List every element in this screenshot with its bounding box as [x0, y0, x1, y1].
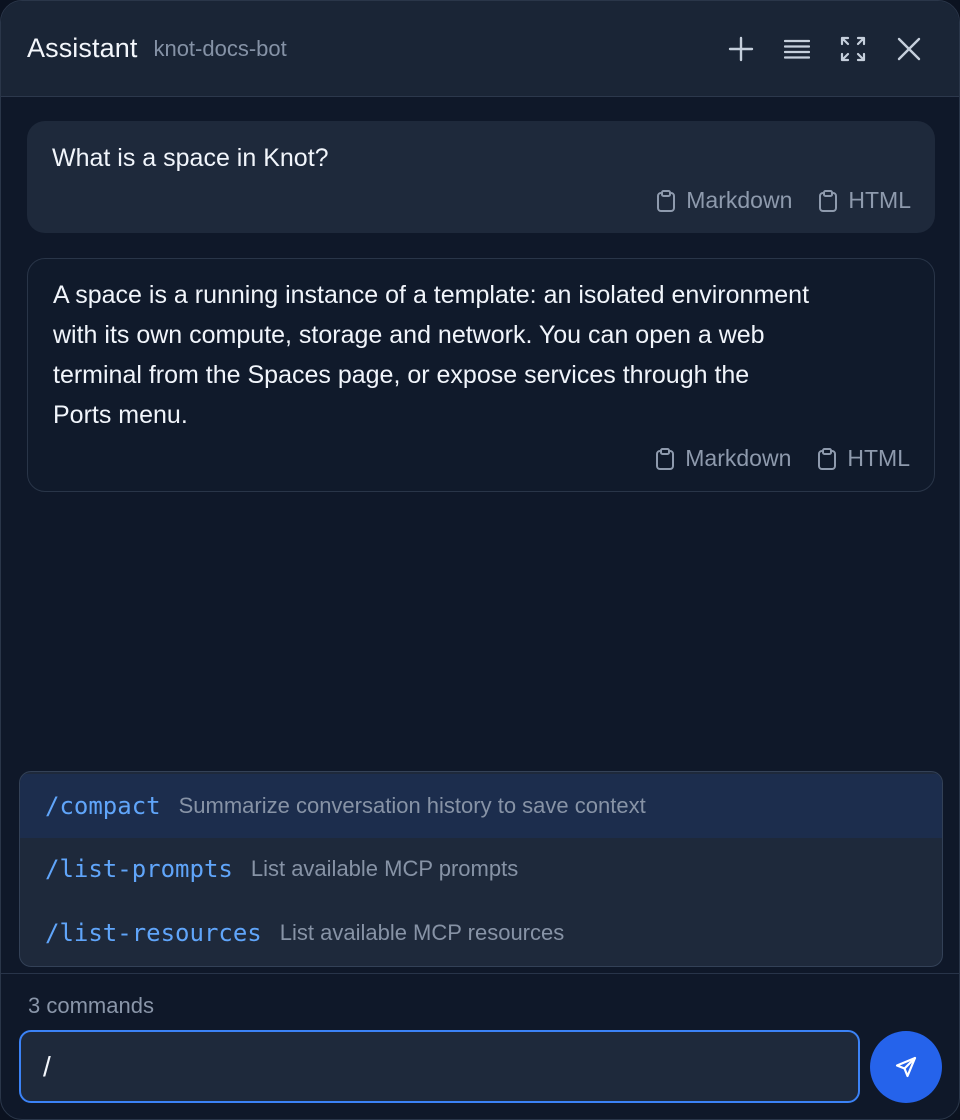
history-button[interactable]	[777, 29, 817, 69]
assistant-message-line: with its own compute, storage and networ…	[53, 321, 765, 349]
message-actions: Markdown HTML	[630, 187, 911, 214]
command-description: Summarize conversation history to save c…	[178, 793, 646, 818]
command-name: /list-prompts	[45, 855, 233, 883]
message-actions: Markdown HTML	[629, 445, 910, 472]
command-name: /compact	[45, 792, 161, 820]
assistant-panel: Assistant knot-docs-bot What is a space …	[0, 0, 960, 1120]
user-message-text: What is a space in Knot?	[52, 144, 329, 172]
fullscreen-icon	[840, 36, 866, 62]
assistant-message-line: terminal from the Spaces page, or expose…	[53, 361, 750, 389]
panel-header: Assistant knot-docs-bot	[1, 1, 959, 97]
copy-html-label: HTML	[848, 187, 911, 213]
footer-divider	[1, 973, 959, 974]
new-chat-button[interactable]	[721, 29, 761, 69]
header-actions	[705, 29, 929, 69]
clipboard-icon	[819, 189, 838, 212]
fullscreen-button[interactable]	[833, 29, 873, 69]
clipboard-icon	[818, 447, 837, 470]
copy-markdown-button[interactable]: Markdown	[656, 187, 792, 214]
assistant-message-line: A space is a running instance of a templ…	[53, 281, 810, 309]
plus-icon	[728, 36, 754, 62]
copy-markdown-button[interactable]: Markdown	[655, 445, 791, 472]
send-icon	[895, 1056, 917, 1078]
copy-markdown-label: Markdown	[685, 445, 792, 471]
command-description: List available MCP prompts	[250, 856, 519, 881]
command-item-compact[interactable]: /compact Summarize conversation history …	[20, 774, 942, 838]
assistant-message: A space is a running instance of a templ…	[27, 258, 935, 492]
command-name: /list-resources	[45, 919, 262, 947]
close-icon	[897, 37, 921, 61]
clipboard-icon	[657, 189, 676, 212]
bot-name: knot-docs-bot	[153, 35, 287, 61]
list-icon	[784, 39, 810, 59]
command-item-list-prompts[interactable]: /list-prompts List available MCP prompts	[20, 837, 942, 901]
close-button[interactable]	[889, 29, 929, 69]
command-item-list-resources[interactable]: /list-resources List available MCP resou…	[20, 901, 942, 965]
send-button[interactable]	[870, 1031, 942, 1103]
copy-html-label: HTML	[847, 445, 910, 471]
copy-html-button[interactable]: HTML	[817, 445, 910, 472]
chat-input[interactable]	[19, 1030, 860, 1103]
command-menu: /compact Summarize conversation history …	[19, 771, 943, 967]
assistant-message-line: Ports menu.	[53, 401, 188, 429]
command-description: List available MCP resources	[279, 920, 565, 945]
user-message: What is a space in Knot? Markdown HTML	[27, 121, 935, 233]
copy-html-button[interactable]: HTML	[818, 187, 911, 214]
command-count: 3 commands	[28, 993, 154, 1018]
assistant-message-text: A space is a running instance of a templ…	[53, 275, 910, 435]
panel-title: Assistant	[27, 33, 138, 63]
copy-markdown-label: Markdown	[686, 187, 793, 213]
clipboard-icon	[656, 447, 675, 470]
